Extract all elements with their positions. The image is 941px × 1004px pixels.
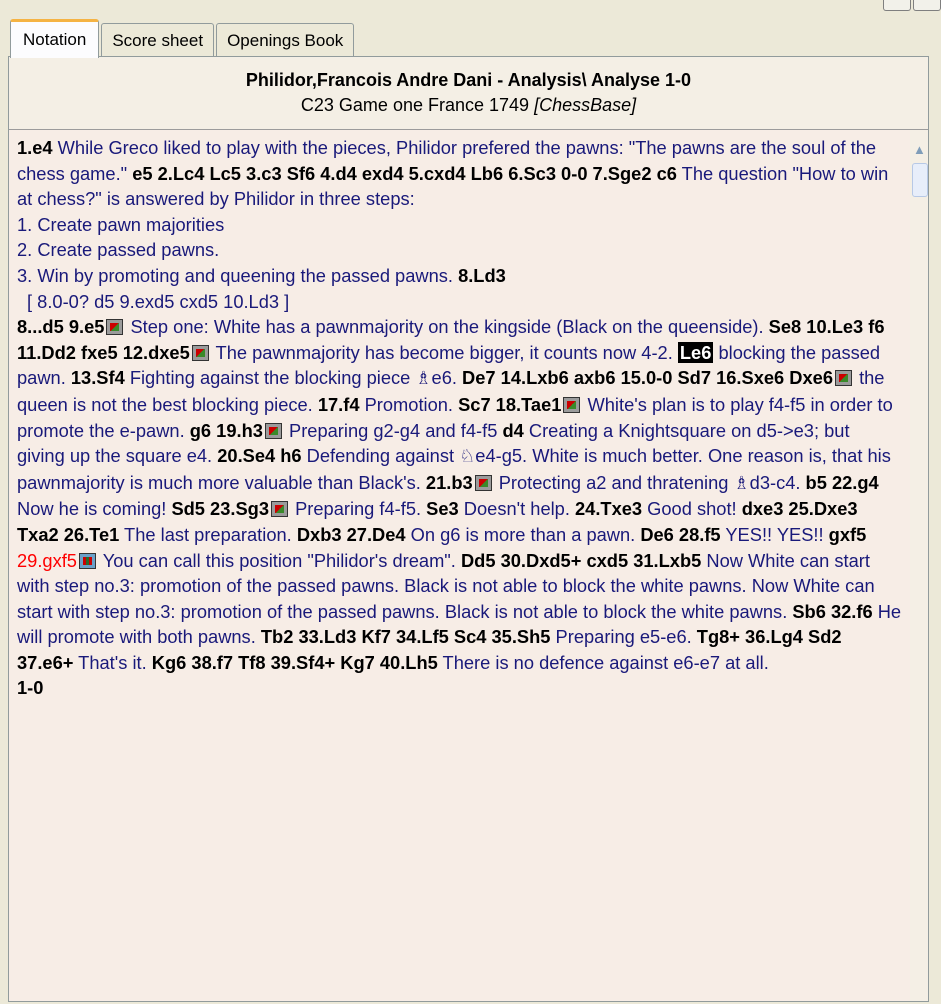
- comment-text: Step one: White has a pawnmajority on th…: [125, 316, 769, 338]
- scroll-up-arrow-icon[interactable]: ▲: [913, 142, 926, 157]
- corner-button-right[interactable]: [913, 0, 941, 11]
- move-text[interactable]: Se3: [426, 498, 459, 519]
- comment-text: That's it.: [73, 651, 152, 673]
- game-header: Philidor,Francois Andre Dani - Analysis\…: [9, 57, 928, 130]
- move-text[interactable]: Dd5 30.Dxd5+ cxd5 31.Lxb5: [461, 550, 701, 571]
- tab-score-sheet[interactable]: Score sheet: [101, 23, 215, 57]
- diagram-icon[interactable]: [474, 474, 492, 491]
- move-text[interactable]: Sc7 18.Tae1: [458, 394, 561, 415]
- chess-piece-icon: ♗: [415, 368, 432, 389]
- game-info: C23 Game one France 1749 [ChessBase]: [9, 92, 928, 118]
- move-text[interactable]: 24.Txe3: [575, 498, 642, 519]
- comment-text: Promotion.: [359, 393, 459, 415]
- variation-line: [ 8.0-0? d5 9.exd5 cxd5 10.Ld3 ]: [17, 289, 902, 315]
- source-label: [ChessBase]: [534, 95, 637, 115]
- diagram-icon[interactable]: [834, 370, 852, 387]
- highlighted-move[interactable]: 29.gxf5: [17, 550, 77, 571]
- tab-notation[interactable]: Notation: [10, 19, 100, 58]
- diagram-icon[interactable]: [264, 422, 282, 439]
- variation-text[interactable]: [ 8.0-0? d5 9.exd5 cxd5 10.Ld3 ]: [27, 291, 289, 312]
- move-text[interactable]: De6 28.f5: [640, 524, 720, 545]
- comment-text: d3-c4.: [749, 471, 806, 493]
- move-text[interactable]: De7 14.Lxb6 axb6 15.0-0 Sd7 16.Sxe6 Dxe6: [462, 367, 833, 388]
- step-item: 2. Create passed pawns.: [17, 237, 902, 263]
- move-text[interactable]: d4: [502, 420, 523, 441]
- move-text[interactable]: b5 22.g4: [806, 472, 879, 493]
- main-line: 8...d5 9.e5 Step one: White has a pawnma…: [17, 314, 902, 675]
- move-text[interactable]: 17.f4: [318, 394, 360, 415]
- comment-text: Preparing e5-e6.: [550, 626, 697, 648]
- move-text[interactable]: Sb6 32.f6: [792, 601, 872, 622]
- comment-text: Doesn't help.: [458, 498, 575, 520]
- move-text[interactable]: 8.Ld3: [458, 265, 506, 286]
- diagram-icon[interactable]: [106, 319, 124, 336]
- move-text[interactable]: 21.b3: [426, 472, 473, 493]
- tab-bar: Notation Score sheet Openings Book: [10, 17, 356, 58]
- step-text: 1. Create pawn majorities: [17, 213, 225, 235]
- comment-text: Preparing g2-g4 and f4-f5: [283, 419, 503, 441]
- game-title: Philidor,Francois Andre Dani - Analysis\…: [245, 70, 692, 90]
- comment-text: Now he is coming!: [17, 498, 172, 520]
- window-corner-buttons: [883, 0, 941, 12]
- vertical-scrollbar[interactable]: ▲: [910, 130, 928, 1001]
- comment-text: The pawnmajority has become bigger, it c…: [210, 341, 678, 363]
- game-result: 1-0: [17, 677, 44, 699]
- opening-paragraph: 1.e4 While Greco liked to play with the …: [17, 135, 902, 212]
- diagram-icon[interactable]: [78, 552, 96, 569]
- move-text[interactable]: 8...d5 9.e5: [17, 316, 104, 337]
- comment-text: Fighting against the blocking piece: [124, 367, 416, 389]
- event-name: Game one France 1749: [338, 95, 530, 115]
- comment-text: The last preparation.: [119, 523, 297, 545]
- move-text[interactable]: 13.Sf4: [71, 367, 125, 388]
- diagram-icon[interactable]: [271, 501, 288, 518]
- diagram-icon[interactable]: [563, 396, 581, 413]
- comment-text: On g6 is more than a pawn.: [405, 523, 641, 545]
- comment-text: e6.: [431, 367, 463, 389]
- step-text: 3. Win by promoting and queening the pas…: [17, 264, 459, 286]
- move-text[interactable]: 1.e4: [17, 137, 53, 158]
- step-item: 3. Win by promoting and queening the pas…: [17, 263, 902, 289]
- comment-text: There is no defence against e6-e7 at all…: [437, 651, 769, 673]
- step-text: 2. Create passed pawns.: [17, 239, 220, 261]
- selected-move[interactable]: Le6: [677, 341, 714, 363]
- move-text[interactable]: gxf5: [829, 524, 867, 545]
- notation-text[interactable]: 1.e4 While Greco liked to play with the …: [9, 130, 928, 1001]
- comment-text: Preparing f4-f5.: [290, 498, 427, 520]
- move-text[interactable]: Tb2 33.Ld3 Kf7 34.Lf5 Sc4 35.Sh5: [261, 626, 551, 647]
- comment-text: YES!! YES!!: [720, 523, 829, 545]
- step-item: 1. Create pawn majorities: [17, 212, 902, 238]
- comment-text: Protecting a2 and thratening: [493, 471, 734, 493]
- move-text[interactable]: Sd5 23.Sg3: [171, 498, 269, 519]
- diagram-icon[interactable]: [191, 344, 209, 361]
- comment-text: Defending against: [301, 445, 460, 467]
- notation-panel: Philidor,Francois Andre Dani - Analysis\…: [8, 56, 929, 1002]
- chess-piece-icon: ♘: [459, 446, 476, 467]
- eco-code: C23: [300, 95, 334, 115]
- scroll-thumb[interactable]: [912, 163, 928, 197]
- move-text[interactable]: g6 19.h3: [190, 420, 263, 441]
- move-text[interactable]: 20.Se4 h6: [217, 445, 301, 466]
- steps-list: 1. Create pawn majorities 2. Create passe…: [17, 212, 902, 289]
- chess-piece-icon: ♗: [733, 472, 750, 493]
- comment-text: You can call this position "Philidor's d…: [97, 549, 461, 571]
- move-text[interactable]: e5 2.Lc4 Lc5 3.c3 Sf6 4.d4 exd4 5.cxd4 L…: [132, 163, 677, 184]
- move-text[interactable]: Kg6 38.f7 Tf8 39.Sf4+ Kg7 40.Lh5: [152, 652, 438, 673]
- comment-text: Good shot!: [642, 498, 742, 520]
- move-text[interactable]: Dxb3 27.De4: [297, 524, 406, 545]
- tab-openings-book[interactable]: Openings Book: [216, 23, 355, 57]
- corner-button-left[interactable]: [883, 0, 911, 11]
